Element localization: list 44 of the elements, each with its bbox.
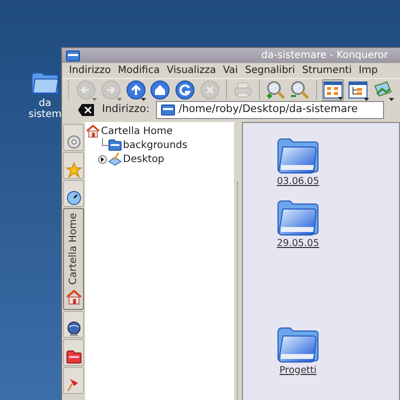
folder-icon xyxy=(108,138,122,152)
folder-icon xyxy=(66,50,80,62)
disc-icon xyxy=(66,134,82,150)
file-name[interactable]: 03.06.05 xyxy=(276,175,320,190)
desktop-icon xyxy=(108,152,122,166)
zoom-out-button[interactable] xyxy=(290,79,312,101)
menu-item[interactable]: Indirizzo xyxy=(69,63,111,78)
file-name[interactable]: Progetti xyxy=(279,364,317,378)
window-title: da-sistemare - Konqueror xyxy=(261,49,388,63)
up-arrow-button[interactable] xyxy=(124,79,146,101)
menu-item[interactable]: Visualizza xyxy=(166,63,216,78)
home-icon xyxy=(66,288,82,305)
expander-icon[interactable] xyxy=(98,154,107,164)
file-name[interactable]: 29.05.05 xyxy=(276,237,320,252)
menu-item[interactable]: Imp xyxy=(358,63,378,78)
zoom-in-button[interactable] xyxy=(264,79,287,101)
sidebar-tab[interactable] xyxy=(63,310,84,338)
folder-icon[interactable] xyxy=(30,70,60,96)
folder-icon xyxy=(66,348,82,365)
folder-icon xyxy=(160,104,175,116)
location-field[interactable]: /home/roby/Desktop/da-sistemare xyxy=(156,101,384,119)
tree-view-button[interactable] xyxy=(347,79,370,101)
sidebar-tab[interactable]: Cartella Home xyxy=(63,208,84,310)
clock-icon xyxy=(66,190,82,206)
clear-icon[interactable] xyxy=(78,104,94,116)
star-icon xyxy=(66,162,82,178)
globe-icon xyxy=(66,320,82,337)
menu-item[interactable]: Modifica xyxy=(118,63,160,78)
caret-icon[interactable] xyxy=(389,98,394,101)
reload-button[interactable] xyxy=(174,79,196,101)
home-button[interactable] xyxy=(149,79,172,101)
location-label: Indirizzo: xyxy=(102,102,150,118)
tree-item[interactable]: backgrounds xyxy=(123,138,188,152)
sidebar-tab[interactable] xyxy=(63,338,84,366)
sidebar-tab[interactable] xyxy=(63,180,84,207)
tree-item[interactable]: Desktop xyxy=(123,152,164,166)
home-icon xyxy=(86,124,100,138)
menu-item[interactable]: Strumenti xyxy=(302,63,352,78)
menu-item[interactable]: Vai xyxy=(222,63,238,78)
desktop-icon-label[interactable]: da sistem xyxy=(26,98,64,120)
tree-connector-line xyxy=(102,138,108,146)
menu-item[interactable]: Segnalibri xyxy=(244,63,296,78)
icon-view-button[interactable] xyxy=(322,79,344,101)
tree-item[interactable]: Cartella Home xyxy=(101,124,173,138)
